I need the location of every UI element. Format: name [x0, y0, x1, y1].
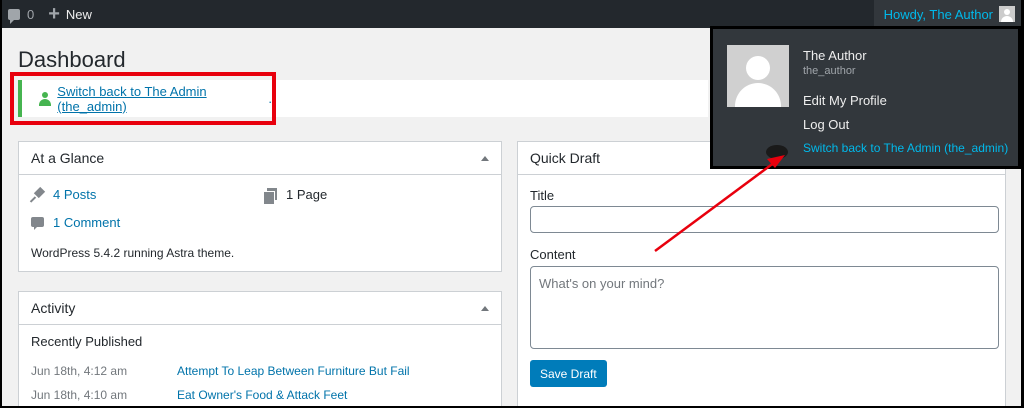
comment-icon: [31, 216, 45, 230]
at-a-glance-widget: At a Glance 4 Posts 1 Page 1 Comment Wor…: [18, 141, 502, 272]
activity-date: Jun 18th, 4:10 am: [31, 388, 128, 402]
draft-title-input[interactable]: [530, 206, 999, 233]
comments-link[interactable]: 1 Comment: [53, 215, 120, 230]
posts-link[interactable]: 4 Posts: [53, 187, 96, 202]
save-draft-button[interactable]: Save Draft: [530, 360, 607, 387]
edit-profile-link[interactable]: Edit My Profile: [803, 93, 887, 108]
display-name[interactable]: The Author: [803, 48, 867, 63]
content-label: Content: [530, 247, 576, 262]
pages-count: 1 Page: [286, 187, 328, 202]
collapse-caret-icon[interactable]: [481, 305, 489, 311]
activity-header[interactable]: Activity: [19, 292, 501, 325]
page-title: Dashboard: [18, 47, 126, 72]
activity-post-link[interactable]: Eat Owner's Food & Attack Feet: [177, 388, 347, 402]
at-a-glance-header[interactable]: At a Glance: [19, 142, 501, 175]
activity-item: Jun 18th, 4:10 am Eat Owner's Food & Att…: [31, 388, 347, 402]
quick-draft-title: Quick Draft: [530, 150, 601, 166]
at-a-glance-title: At a Glance: [31, 150, 105, 166]
log-out-link[interactable]: Log Out: [803, 117, 849, 132]
glance-pages: 1 Page: [264, 187, 328, 204]
title-label: Title: [530, 188, 555, 203]
account-menu[interactable]: Howdy, The Author: [873, 0, 1021, 28]
activity-title: Activity: [31, 300, 76, 316]
new-content-menu[interactable]: + New: [48, 4, 92, 24]
switch-back-notice-highlight: Switch back to The Admin (the_admin) .: [10, 72, 276, 125]
pages-icon: [264, 187, 278, 204]
collapse-caret-icon[interactable]: [481, 155, 489, 161]
avatar[interactable]: [727, 45, 789, 107]
wp-version-text: WordPress 5.4.2 running Astra theme.: [31, 246, 235, 260]
comments-menu[interactable]: 0: [8, 6, 35, 24]
screen: 0 + New Howdy, The Author Dashboard Swit…: [2, 0, 1021, 406]
comment-count: 0: [27, 6, 35, 22]
activity-date: Jun 18th, 4:12 am: [31, 364, 128, 378]
draft-content-textarea[interactable]: What's on your mind?: [530, 266, 999, 349]
notice-background: [276, 80, 708, 117]
quick-draft-widget: Quick Draft Title Content What's on your…: [517, 141, 1006, 406]
new-label: New: [65, 6, 92, 22]
notice-suffix: .: [268, 91, 272, 106]
username: the_author: [803, 65, 856, 77]
howdy-label: Howdy, The Author: [883, 6, 993, 22]
glance-posts: 4 Posts: [31, 187, 96, 202]
glance-comments: 1 Comment: [31, 215, 120, 230]
recently-published-heading: Recently Published: [31, 334, 143, 349]
pushpin-icon: [31, 188, 45, 202]
switch-back-menu-link[interactable]: Switch back to The Admin (the_admin): [803, 141, 1008, 155]
comment-bubble-icon: [8, 8, 20, 24]
avatar-small-icon: [999, 6, 1015, 22]
plus-icon: +: [48, 3, 60, 25]
activity-widget: Activity Recently Published Jun 18th, 4:…: [18, 291, 502, 406]
activity-post-link[interactable]: Attempt To Leap Between Furniture But Fa…: [177, 364, 410, 378]
account-dropdown: The Author the_author Edit My Profile Lo…: [710, 26, 1021, 169]
user-icon: [38, 91, 52, 106]
switch-back-notice: Switch back to The Admin (the_admin) .: [18, 80, 272, 117]
admin-bar: 0 + New Howdy, The Author: [2, 0, 1021, 28]
switch-back-link[interactable]: Switch back to The Admin (the_admin): [57, 84, 268, 114]
activity-item: Jun 18th, 4:12 am Attempt To Leap Betwee…: [31, 364, 410, 378]
